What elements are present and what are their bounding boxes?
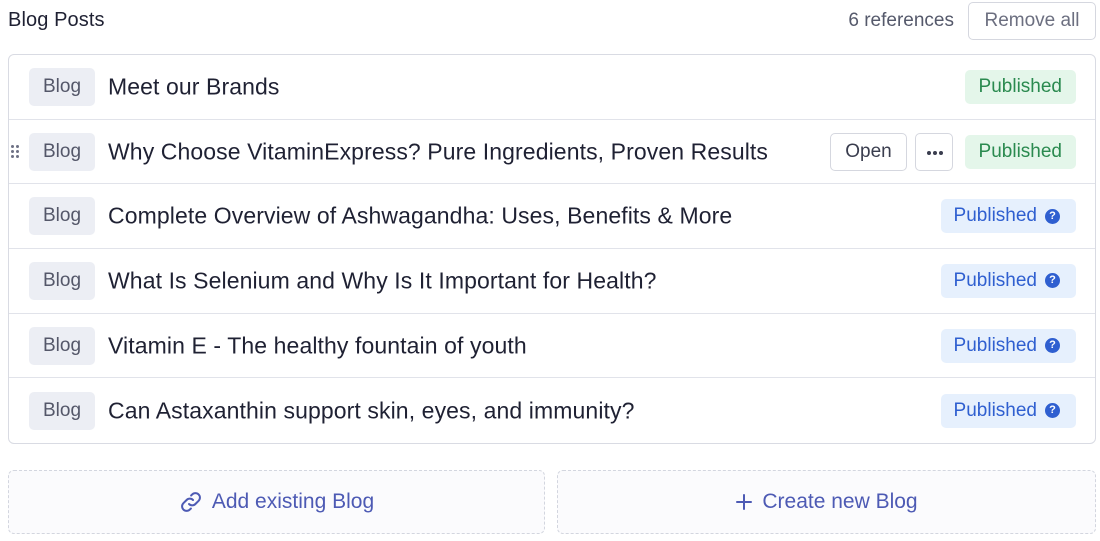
create-new-blog-button[interactable]: Create new Blog: [557, 470, 1096, 534]
status-badge: Published ?: [940, 328, 1076, 363]
content-type-tag: Blog: [29, 261, 95, 300]
reference-list: Blog Meet our Brands Published Blog Why …: [8, 54, 1096, 444]
add-existing-label: Add existing Blog: [211, 490, 375, 513]
blog-posts-reference-field: Blog Posts 6 references Remove all Blog …: [0, 0, 1100, 541]
references-count: 6 references: [848, 10, 954, 31]
plus-icon: [735, 493, 753, 511]
list-item[interactable]: Blog Why Choose VitaminExpress? Pure Ing…: [9, 120, 1095, 185]
status-badge: Published: [964, 69, 1076, 104]
list-item[interactable]: Blog Complete Overview of Ashwagandha: U…: [9, 184, 1095, 250]
entry-title[interactable]: Why Choose VitaminExpress? Pure Ingredie…: [108, 138, 818, 165]
content-type-tag: Blog: [29, 197, 95, 236]
remove-all-button[interactable]: Remove all: [968, 2, 1096, 40]
status-label: Published: [953, 205, 1037, 227]
status-badge: Published ?: [940, 199, 1076, 234]
entry-title[interactable]: Can Astaxanthin support skin, eyes, and …: [108, 397, 818, 424]
link-icon: [179, 490, 203, 514]
entry-title[interactable]: Complete Overview of Ashwagandha: Uses, …: [108, 203, 818, 230]
status-label: Published: [953, 334, 1037, 356]
field-header: Blog Posts 6 references Remove all: [0, 0, 1100, 44]
list-item[interactable]: Blog Can Astaxanthin support skin, eyes,…: [9, 378, 1095, 443]
entry-title[interactable]: Vitamin E - The healthy fountain of yout…: [108, 332, 818, 359]
help-icon[interactable]: ?: [1045, 208, 1060, 224]
status-label: Published: [978, 75, 1062, 97]
status-badge: Published ?: [940, 393, 1076, 428]
status-label: Published: [953, 399, 1037, 421]
entry-title[interactable]: What Is Selenium and Why Is It Important…: [108, 267, 818, 294]
list-item[interactable]: Blog Vitamin E - The healthy fountain of…: [9, 314, 1095, 379]
add-existing-blog-button[interactable]: Add existing Blog: [8, 470, 545, 534]
help-icon[interactable]: ?: [1045, 273, 1060, 289]
drag-handle-icon[interactable]: [11, 144, 21, 160]
help-icon[interactable]: ?: [1045, 338, 1060, 354]
list-item[interactable]: Blog Meet our Brands Published: [9, 55, 1095, 120]
content-type-tag: Blog: [29, 132, 95, 171]
list-item[interactable]: Blog What Is Selenium and Why Is It Impo…: [9, 249, 1095, 314]
field-title: Blog Posts: [8, 9, 105, 31]
status-badge: Published: [964, 134, 1076, 169]
help-icon[interactable]: ?: [1045, 403, 1060, 419]
status-badge: Published ?: [940, 263, 1076, 298]
more-options-button[interactable]: [915, 132, 953, 171]
content-type-tag: Blog: [29, 67, 95, 106]
open-button[interactable]: Open: [830, 132, 907, 171]
entry-title[interactable]: Meet our Brands: [108, 73, 818, 100]
status-label: Published: [978, 140, 1062, 162]
content-type-tag: Blog: [29, 326, 95, 365]
more-dot: [933, 150, 937, 155]
status-label: Published: [953, 269, 1037, 291]
create-new-label: Create new Blog: [762, 490, 918, 513]
content-type-tag: Blog: [29, 391, 95, 430]
more-dot: [927, 150, 931, 155]
more-dot: [939, 150, 943, 155]
